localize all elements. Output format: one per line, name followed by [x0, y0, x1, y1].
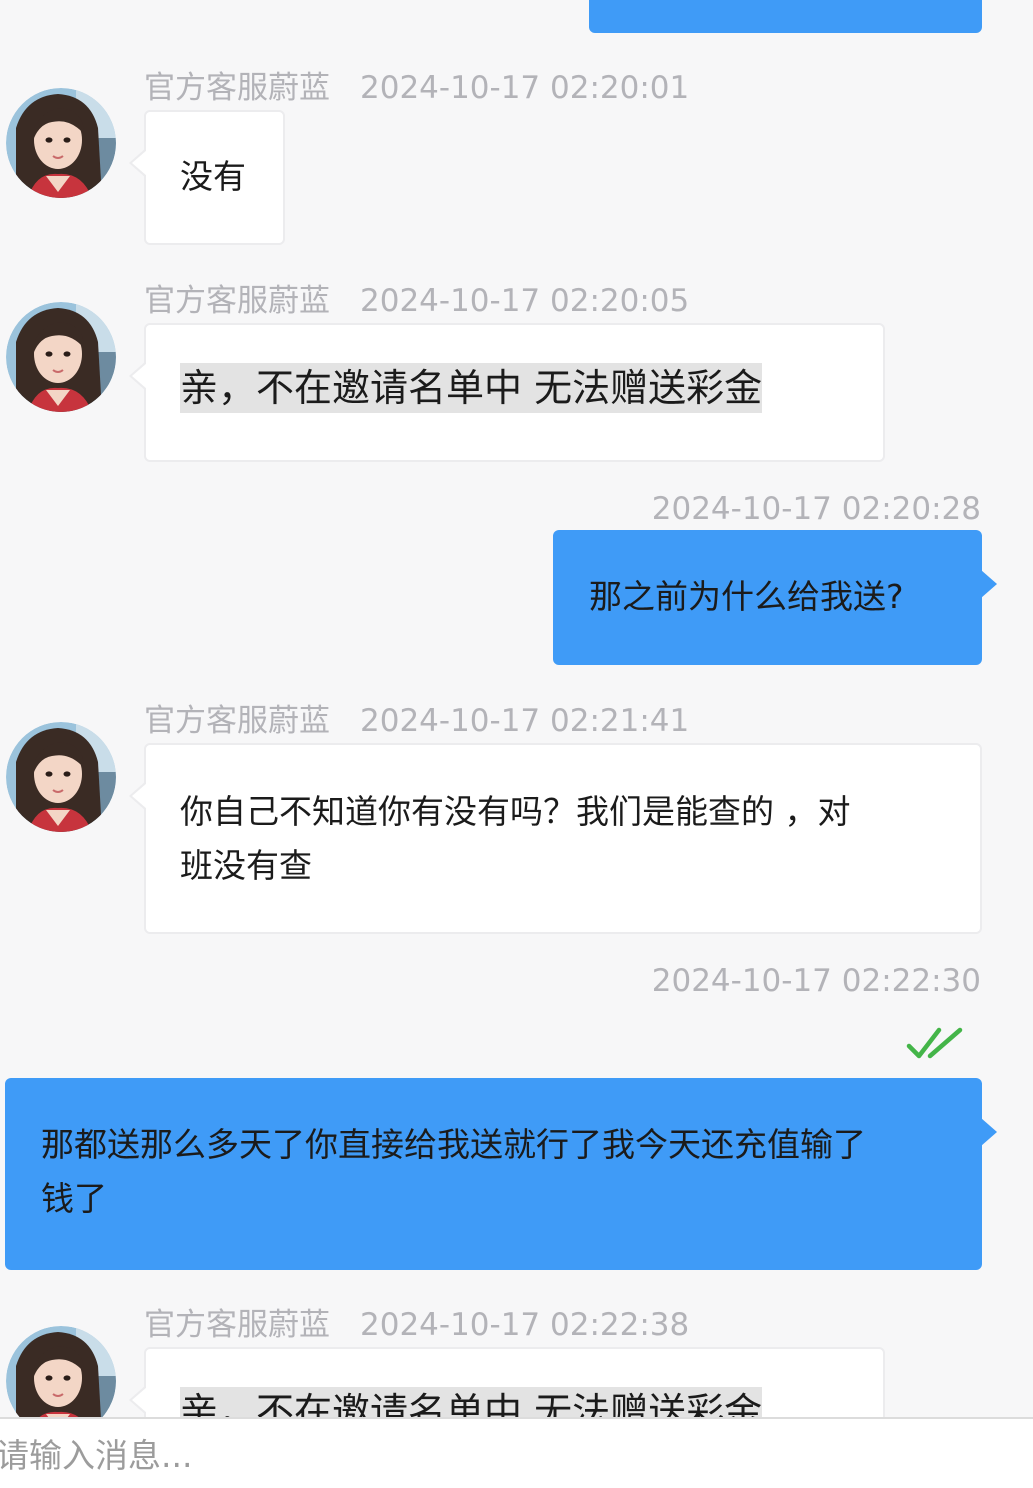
message-text: 那之前为什么给我送? [589, 577, 904, 616]
message-timestamp: 2024-10-17 02:22:38 [360, 1307, 690, 1343]
message-text: 你自己不知道你有没有吗？我们是能查的 ，对 班没有查 [180, 785, 960, 893]
agent-avatar[interactable] [6, 302, 116, 412]
message-meta: 官方客服蔚蓝 2024-10-17 02:20:01 [144, 68, 689, 108]
bubble-tail [129, 148, 147, 178]
message-timestamp: 2024-10-17 02:20:28 [651, 491, 981, 527]
incoming-message-bubble[interactable]: 你自己不知道你有没有吗？我们是能查的 ，对 班没有查 [129, 743, 982, 934]
message-input[interactable] [0, 1427, 1026, 1483]
message-timestamp: 2024-10-17 02:22:30 [651, 963, 981, 999]
message-text: 亲，不在邀请名单中 无法赠送彩金 [180, 1387, 763, 1417]
agent-avatar[interactable] [6, 1326, 116, 1417]
sender-name: 官方客服蔚蓝 [144, 703, 330, 739]
message-meta: 官方客服蔚蓝 2024-10-17 02:20:05 [144, 281, 689, 321]
chat-message-list[interactable]: 官方客服蔚蓝 2024-10-17 02:20:01 没有 官方客服蔚蓝 2024-… [0, 0, 1033, 1417]
message-timestamp: 2024-10-17 02:21:41 [360, 703, 690, 739]
message-line: 班没有查 [180, 846, 312, 885]
message-text: 那都送那么多天了你直接给我送就行了我今天还充值输了 钱了 [41, 1118, 961, 1226]
sender-name: 官方客服蔚蓝 [144, 70, 330, 106]
double-check-icon [906, 1027, 963, 1059]
outgoing-message-bubble[interactable]: 那之前为什么给我送? [553, 530, 997, 665]
message-line: 你自己不知道你有没有吗？我们是能查的 ，对 [180, 792, 851, 831]
message-line: 那都送那么多天了你直接给我送就行了我今天还充值输了 [41, 1125, 866, 1164]
incoming-message-bubble[interactable]: 没有 [129, 110, 285, 245]
sender-name: 官方客服蔚蓝 [144, 1307, 330, 1343]
message-input-bar [0, 1417, 1033, 1488]
sender-name: 官方客服蔚蓝 [144, 283, 330, 319]
agent-avatar[interactable] [6, 722, 116, 832]
bubble-tail [129, 361, 147, 391]
message-timestamp: 2024-10-17 02:20:05 [360, 283, 690, 319]
message-meta: 官方客服蔚蓝 2024-10-17 02:21:41 [144, 701, 689, 741]
incoming-message-bubble[interactable]: 亲，不在邀请名单中 无法赠送彩金 [129, 323, 885, 462]
message-text: 没有 [180, 157, 246, 196]
message-timestamp: 2024-10-17 02:20:01 [360, 70, 690, 106]
bubble-tail [981, 1118, 997, 1146]
bubble-tail [129, 1385, 147, 1415]
bubble-tail [129, 781, 147, 811]
agent-avatar[interactable] [6, 88, 116, 198]
outgoing-message-bubble[interactable] [589, 0, 982, 33]
message-line: 钱了 [41, 1179, 107, 1218]
message-text: 亲，不在邀请名单中 无法赠送彩金 [180, 363, 763, 413]
incoming-message-bubble[interactable]: 亲，不在邀请名单中 无法赠送彩金 [129, 1347, 885, 1417]
bubble-tail [981, 570, 997, 598]
message-meta: 官方客服蔚蓝 2024-10-17 02:22:38 [144, 1305, 689, 1345]
outgoing-message-bubble[interactable]: 那都送那么多天了你直接给我送就行了我今天还充值输了 钱了 [5, 1078, 997, 1270]
